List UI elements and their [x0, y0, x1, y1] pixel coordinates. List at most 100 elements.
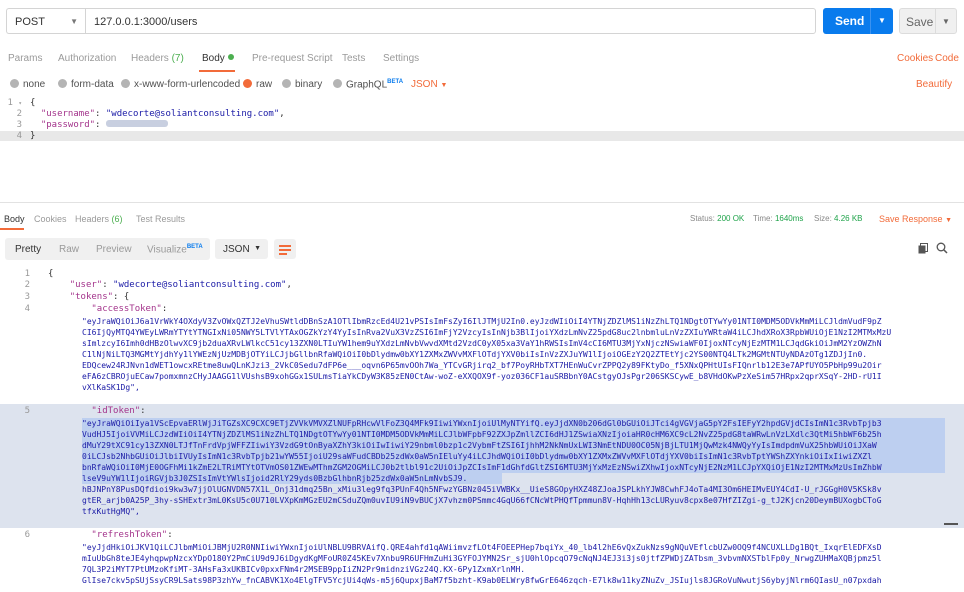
- save-label: Save: [906, 15, 934, 29]
- resp-tab-cookies[interactable]: Cookies: [34, 214, 67, 224]
- send-chevron-down-icon[interactable]: ▼: [878, 16, 886, 25]
- radio-circle: [282, 79, 291, 88]
- tab-pre-request-script[interactable]: Pre-request Script: [252, 53, 333, 64]
- response-toolbar: Pretty Raw Preview VisualizeBETA JSON ▼: [0, 236, 964, 262]
- view-visualize[interactable]: VisualizeBETA: [147, 244, 203, 255]
- send-button[interactable]: Send ▼: [823, 8, 893, 34]
- method-select[interactable]: POST ▼: [6, 8, 86, 34]
- response-format-select[interactable]: JSON ▼: [215, 239, 268, 259]
- radio-circle: [10, 79, 19, 88]
- body-type-selector: none form-data x-www-form-urlencoded raw…: [0, 75, 964, 95]
- view-raw[interactable]: Raw: [59, 244, 79, 255]
- token-line: C1lNjNiLTQ3MGMtYjdhYy1lYWEzNjUzMDBjOTYiL…: [82, 350, 868, 359]
- line-number: 4: [16, 131, 22, 141]
- editor-text: "username": "wdecorte@soliantconsulting.…: [40, 109, 285, 119]
- chevron-down-icon: ▼: [945, 217, 952, 224]
- line-number: 2: [24, 280, 30, 290]
- token-line: gtER_arjb0A25P_3hy-sSHExtr3mL0KsU5c0U710…: [82, 496, 882, 505]
- beta-badge: BETA: [387, 79, 404, 85]
- radio-label: binary: [295, 79, 323, 90]
- line-number: 4: [24, 304, 30, 314]
- line-number: 6: [24, 530, 30, 540]
- viewer-line: 2 "user": "wdecorte@soliantconsulting.co…: [0, 280, 964, 291]
- resp-tab-headers[interactable]: Headers (6): [75, 214, 123, 224]
- cookies-link[interactable]: Cookies: [897, 53, 933, 64]
- line-number: 1 ▾: [7, 98, 22, 108]
- radio-circle: [333, 79, 342, 89]
- token-line: EDQcew24RJNvn1dWET1owcxREtme8uwQLnKJzi3_…: [82, 361, 882, 370]
- radio-graphql[interactable]: GraphQLBETA: [333, 79, 403, 90]
- wrap-lines-icon-bar: [279, 253, 287, 255]
- line-number: 3: [24, 292, 30, 302]
- tab-settings[interactable]: Settings: [383, 53, 419, 64]
- scroll-indicator[interactable]: [944, 523, 958, 525]
- save-response-button[interactable]: Save Response ▼: [879, 214, 952, 224]
- format-label: JSON: [411, 79, 438, 90]
- token-line: mIuUbGh8teJE4yhqpwpNzcxYDpO180Y2PmCiU9d9…: [82, 554, 882, 563]
- radio-raw[interactable]: raw: [243, 79, 272, 90]
- view-preview[interactable]: Preview: [96, 244, 132, 255]
- viewer-line: 3 "tokens": {: [0, 292, 964, 303]
- response-format-label: JSON: [223, 244, 250, 255]
- token-line: GlIse7ckv5pSUjSsyCR9LSats98P3zhYw_fnCABV…: [82, 576, 882, 585]
- send-label: Send: [835, 14, 865, 28]
- radio-circle: [243, 79, 252, 88]
- wrap-lines-icon: [279, 245, 291, 247]
- request-bar: POST ▼ 127.0.0.1:3000/users Send ▼ Save …: [0, 0, 964, 42]
- size-indicator: Size: 4.26 KB: [814, 214, 863, 223]
- view-mode-group: Pretty Raw Preview VisualizeBETA: [5, 238, 210, 260]
- token-line: eFA6zCBROjuECaw7pomxmnzCHyJAAGG1lVUshsB9…: [82, 372, 882, 381]
- save-response-label: Save Response: [879, 214, 943, 224]
- radio-circle: [121, 79, 130, 88]
- radio-circle: [58, 79, 67, 88]
- format-select[interactable]: JSON ▼: [411, 79, 447, 90]
- viewer-text: {: [48, 269, 54, 279]
- viewer-line: 6 "refreshToken":: [0, 530, 964, 541]
- resp-tab-test-results[interactable]: Test Results: [136, 214, 185, 224]
- radio-label: none: [23, 79, 46, 90]
- editor-line: 1 ▾ {: [0, 98, 964, 108]
- resp-tab-body[interactable]: Body: [4, 214, 25, 224]
- viewer-text: "user": "wdecorte@soliantconsulting.com"…: [69, 280, 292, 290]
- token-line: bnRfaWQiOiI0MjE0OGFhMi1kZmE2LTRiMTYtOTVm…: [82, 462, 945, 473]
- radio-label: GraphQL: [346, 79, 388, 91]
- url-input[interactable]: 127.0.0.1:3000/users: [85, 8, 816, 34]
- tab-tests[interactable]: Tests: [342, 53, 365, 64]
- tab-params[interactable]: Params: [8, 53, 42, 64]
- code-link[interactable]: Code: [935, 53, 959, 64]
- active-tab-underline: [199, 70, 235, 72]
- tab-headers[interactable]: Headers (7): [131, 53, 184, 64]
- send-divider: [870, 8, 871, 34]
- save-chevron-down-icon[interactable]: ▼: [942, 17, 950, 26]
- panel-divider[interactable]: [0, 202, 964, 203]
- tab-authorization[interactable]: Authorization: [58, 53, 116, 64]
- viewer-line: 4 "accessToken":: [0, 304, 964, 315]
- request-tabs: Params Authorization Headers (7) Body Pr…: [0, 44, 964, 72]
- radio-form-data[interactable]: form-data: [58, 79, 114, 90]
- viewer-line: 5 "idToken":: [0, 406, 964, 417]
- search-icon[interactable]: [936, 242, 948, 254]
- editor-line: 3 "password":: [0, 120, 964, 130]
- radio-none[interactable]: none: [10, 79, 45, 90]
- tab-body-label: Body: [202, 53, 225, 64]
- tab-body[interactable]: Body: [202, 53, 234, 64]
- time-indicator: Time: 1640ms: [753, 214, 804, 223]
- status-indicator: Status: 200 OK: [690, 214, 745, 223]
- viewer-text: "idToken":: [91, 406, 146, 416]
- wrap-lines-button[interactable]: [274, 239, 296, 259]
- view-pretty[interactable]: Pretty: [15, 244, 41, 255]
- request-body-editor[interactable]: 1 ▾ { 2 "username": "wdecorte@soliantcon…: [0, 96, 964, 201]
- radio-urlencoded[interactable]: x-www-form-urlencoded: [121, 79, 240, 90]
- token-line: 0iLCJsb2NhbGUiOiJlbiIVUyIsImN1c3RvbTpjb2…: [82, 451, 945, 462]
- beautify-link[interactable]: Beautify: [916, 79, 952, 90]
- radio-binary[interactable]: binary: [282, 79, 322, 90]
- save-button[interactable]: Save ▼: [899, 8, 957, 34]
- visualize-label: Visualize: [147, 244, 187, 256]
- editor-text: {: [30, 98, 36, 108]
- radio-label: x-www-form-urlencoded: [134, 79, 241, 90]
- line-number: 1: [24, 269, 30, 279]
- chevron-down-icon: ▼: [440, 82, 448, 89]
- token-line: lseV9uYW1lIjoiRGVjb3J0ZSIsImVtYWlsIjoid2…: [82, 473, 502, 484]
- response-body-viewer[interactable]: 1 { 2 "user": "wdecorte@soliantconsultin…: [0, 266, 964, 592]
- copy-icon[interactable]: [918, 243, 928, 254]
